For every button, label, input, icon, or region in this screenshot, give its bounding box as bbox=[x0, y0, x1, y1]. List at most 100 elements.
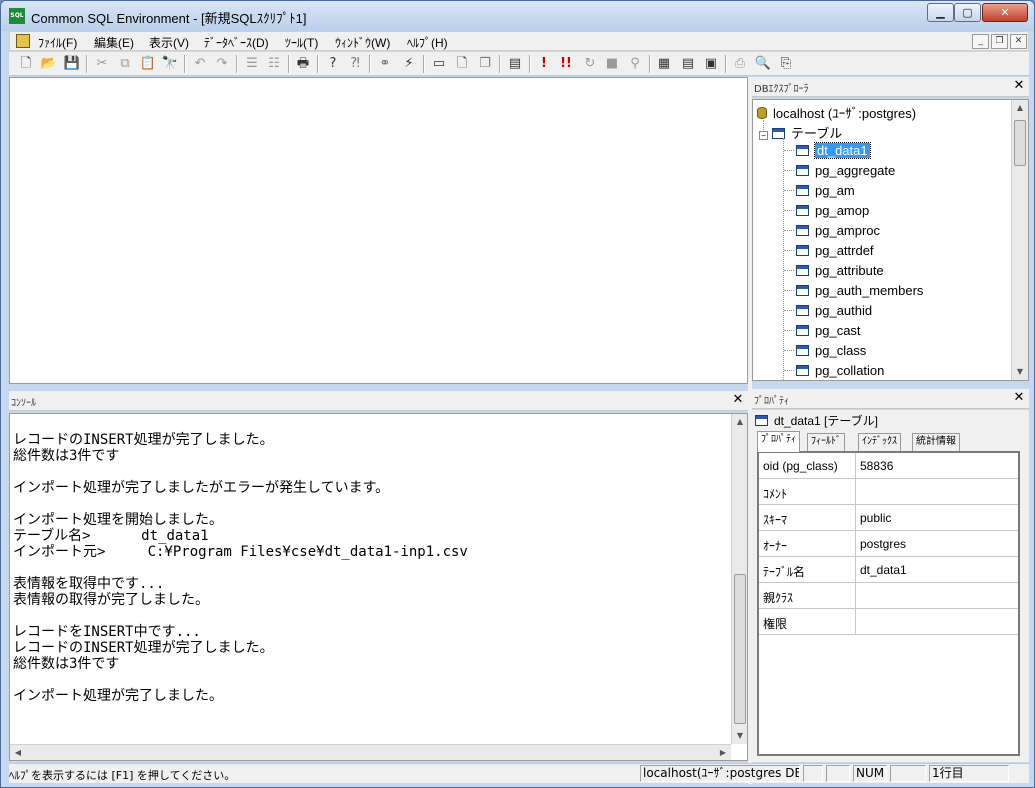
property-row[interactable]: ﾃｰﾌﾞﾙ名 dt_data1 bbox=[759, 557, 1018, 583]
title-bar[interactable]: SQL Common SQL Environment - [新規SQLｽｸﾘﾌﾟ… bbox=[1, 1, 1034, 31]
scroll-down-icon[interactable]: ▼ bbox=[1012, 364, 1028, 380]
console-line: 総件数は3件です bbox=[13, 656, 120, 672]
table-node-pg-am[interactable]: pg_am bbox=[796, 183, 855, 198]
properties-close-icon[interactable]: ✕ bbox=[1012, 391, 1026, 405]
execute-all-icon[interactable]: !! bbox=[557, 55, 575, 73]
console-line: テーブル名> dt_data1 bbox=[13, 528, 209, 544]
console-line: インポート処理を開始しました。 bbox=[13, 512, 223, 528]
property-row[interactable]: ｽｷｰﾏ public bbox=[759, 505, 1018, 531]
db-explorer-scrollbar[interactable]: ▲ ▼ bbox=[1011, 100, 1028, 380]
table-icon bbox=[796, 265, 809, 276]
menu-help[interactable]: ﾍﾙﾌﾟ(H) bbox=[407, 34, 448, 51]
menu-window[interactable]: ｳｨﾝﾄﾞｳ(W) bbox=[335, 34, 390, 51]
cut-icon[interactable]: ✂ bbox=[93, 55, 111, 73]
disconnect-icon[interactable]: ⚡ bbox=[400, 55, 418, 73]
table-node-pg-class[interactable]: pg_class bbox=[796, 343, 866, 358]
app-sql-icon[interactable]: SQL bbox=[9, 8, 25, 24]
menu-tools[interactable]: ﾂｰﾙ(T) bbox=[285, 34, 318, 51]
console-output[interactable]: レコードのINSERT処理が完了しました。 総件数は3件です インポート処理が完了し… bbox=[9, 413, 748, 761]
table-node-pg-auth-members[interactable]: pg_auth_members bbox=[796, 283, 923, 298]
property-row[interactable]: 権限 bbox=[759, 609, 1018, 635]
copy-icon[interactable]: ⧉ bbox=[116, 55, 134, 73]
save-icon[interactable]: 💾 bbox=[63, 55, 81, 73]
tab-fields[interactable]: ﾌｨｰﾙﾄﾞ bbox=[807, 433, 845, 451]
menu-edit[interactable]: 編集(E) bbox=[94, 34, 134, 51]
console-vertical-scrollbar[interactable]: ▲ ▼ bbox=[731, 414, 747, 744]
scroll-down-icon[interactable]: ▼ bbox=[732, 728, 747, 744]
menu-view[interactable]: 表示(V) bbox=[149, 34, 189, 51]
scroll-up-icon[interactable]: ▲ bbox=[1012, 100, 1028, 116]
redo-icon[interactable]: ↷ bbox=[213, 55, 231, 73]
result-grid-icon[interactable]: ▤ bbox=[679, 55, 697, 73]
new-file-icon[interactable]: 🗋 bbox=[17, 55, 35, 73]
table-node-dt-data1[interactable]: dt_data1 bbox=[796, 142, 871, 159]
tree-connection-node[interactable]: localhost (ﾕｰｻﾞ:postgres) bbox=[757, 103, 916, 122]
tree-tables-folder[interactable]: − テーブル bbox=[759, 123, 842, 142]
tab-indexes[interactable]: ｲﾝﾃﾞｯｸｽ bbox=[858, 433, 901, 451]
property-row[interactable]: 親ｸﾗｽ bbox=[759, 583, 1018, 609]
export-icon[interactable]: ⎘ bbox=[777, 55, 795, 73]
search-icon[interactable]: 🔍 bbox=[754, 55, 772, 73]
table-node-pg-cast[interactable]: pg_cast bbox=[796, 323, 861, 338]
mdi-minimize-button[interactable]: _ bbox=[972, 34, 989, 49]
tab-properties[interactable]: ﾌﾟﾛﾊﾟﾃｨ bbox=[757, 431, 800, 452]
document-system-icon[interactable] bbox=[16, 34, 30, 48]
collapse-icon[interactable]: − bbox=[759, 131, 768, 140]
property-key: oid (pg_class) bbox=[763, 459, 838, 473]
help-icon[interactable]: ? bbox=[324, 55, 342, 73]
undo-icon[interactable]: ↶ bbox=[191, 55, 209, 73]
new-script-icon[interactable]: 🗋 bbox=[453, 55, 471, 73]
find-icon[interactable]: 🔭 bbox=[161, 55, 179, 73]
property-row[interactable]: oid (pg_class) 58836 bbox=[759, 453, 1018, 479]
close-button[interactable]: ✕ bbox=[982, 3, 1028, 22]
table-node-pg-aggregate[interactable]: pg_aggregate bbox=[796, 163, 895, 178]
sql-format-icon[interactable]: ▤ bbox=[506, 55, 524, 73]
menu-file[interactable]: ﾌｧｲﾙ(F) bbox=[38, 34, 77, 51]
paste-icon[interactable]: 📋 bbox=[139, 55, 157, 73]
mdi-close-button[interactable]: ✕ bbox=[1010, 34, 1027, 49]
print-icon[interactable]: 🖶 bbox=[294, 55, 312, 73]
indent-icon[interactable]: ☰ bbox=[243, 55, 261, 73]
minimize-button[interactable]: ▁ bbox=[927, 3, 954, 22]
stop-icon[interactable]: ■ bbox=[603, 55, 621, 73]
table-node-pg-amproc[interactable]: pg_amproc bbox=[796, 223, 880, 238]
menu-database[interactable]: ﾃﾞｰﾀﾍﾞｰｽ(D) bbox=[204, 34, 269, 51]
property-row[interactable]: ｵｰﾅｰ postgres bbox=[759, 531, 1018, 557]
mdi-restore-button[interactable]: ❐ bbox=[991, 34, 1008, 49]
table-node-pg-amop[interactable]: pg_amop bbox=[796, 203, 869, 218]
explain-icon[interactable]: ⚲ bbox=[626, 55, 644, 73]
window-icon[interactable]: ▭ bbox=[430, 55, 448, 73]
maximize-button[interactable]: ▢ bbox=[954, 3, 981, 22]
scroll-left-icon[interactable]: ◀ bbox=[10, 745, 26, 760]
table-node-pg-collation[interactable]: pg_collation bbox=[796, 363, 884, 378]
scroll-up-icon[interactable]: ▲ bbox=[732, 414, 747, 430]
console-horizontal-scrollbar[interactable]: ◀ ▶ bbox=[10, 744, 731, 760]
import-icon[interactable]: ⎙ bbox=[731, 55, 749, 73]
console-line: レコードのINSERT処理が完了しました。 bbox=[13, 432, 274, 448]
table-icon[interactable]: ▦ bbox=[655, 55, 673, 73]
refresh-icon[interactable]: ↻ bbox=[581, 55, 599, 73]
sql-editor[interactable] bbox=[9, 77, 748, 384]
execute-icon[interactable]: ! bbox=[535, 55, 553, 73]
connect-icon[interactable]: ⚭ bbox=[376, 55, 394, 73]
scroll-thumb[interactable] bbox=[1014, 120, 1026, 166]
console-title: ｺﾝｿｰﾙ bbox=[11, 398, 36, 409]
table-node-pg-authid[interactable]: pg_authid bbox=[796, 303, 872, 318]
table-icon bbox=[796, 145, 809, 156]
db-explorer-close-icon[interactable]: ✕ bbox=[1012, 79, 1026, 93]
windows-icon[interactable]: ❐ bbox=[476, 55, 494, 73]
outdent-icon[interactable]: ☷ bbox=[265, 55, 283, 73]
table-node-pg-attrdef[interactable]: pg_attrdef bbox=[796, 243, 874, 258]
console-close-icon[interactable]: ✕ bbox=[731, 393, 745, 407]
property-key: ｵｰﾅｰ bbox=[763, 539, 788, 553]
tab-statistics[interactable]: 統計情報 bbox=[912, 433, 960, 451]
property-row[interactable]: ｺﾒﾝﾄ bbox=[759, 479, 1018, 505]
table-node-label: pg_am bbox=[815, 183, 855, 198]
open-folder-icon[interactable]: 📂 bbox=[40, 55, 58, 73]
context-help-icon[interactable]: ⁈ bbox=[346, 55, 364, 73]
table-node-pg-attribute[interactable]: pg_attribute bbox=[796, 263, 884, 278]
scroll-thumb[interactable] bbox=[734, 574, 746, 724]
record-icon[interactable]: ▣ bbox=[702, 55, 720, 73]
scroll-right-icon[interactable]: ▶ bbox=[715, 745, 731, 760]
